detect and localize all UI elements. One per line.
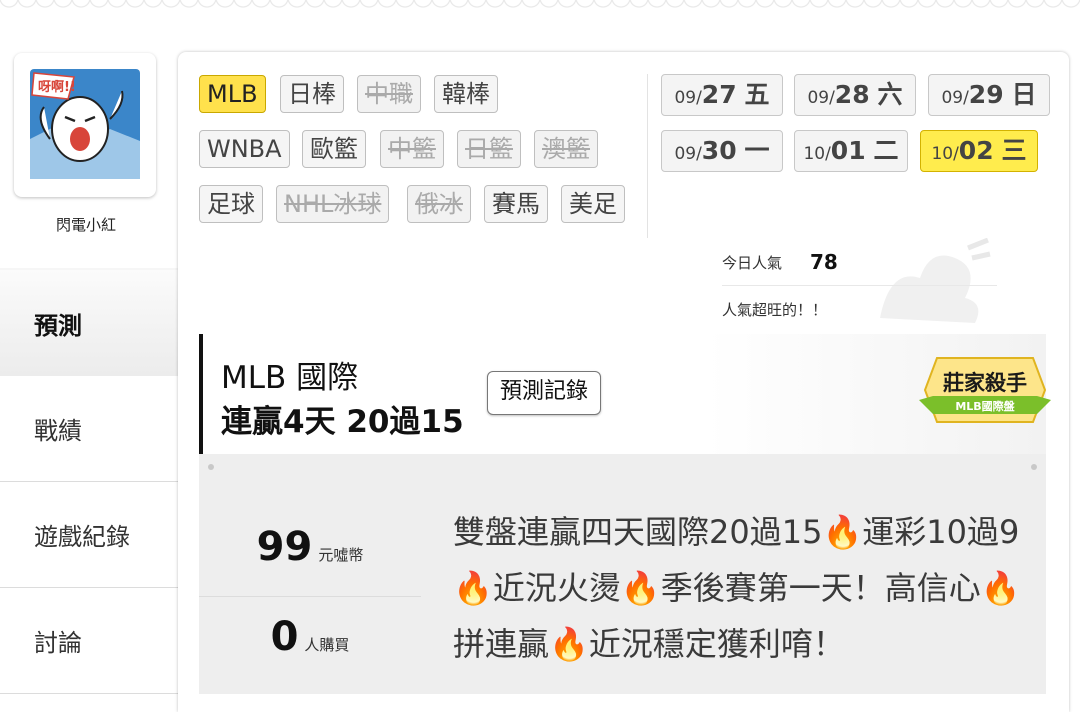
popularity-divider [722, 285, 997, 286]
price: 99 元噓幣 [199, 524, 421, 570]
date-month: 09/ [941, 88, 969, 108]
date-tab-0930[interactable]: 09/30 一 [661, 130, 783, 172]
date-weekday: 日 [1011, 80, 1037, 109]
avatar: 呀啊!! [30, 69, 140, 179]
prediction-card-body: 99 元噓幣 0 人購買 雙盤連贏四天國際20過15🔥運彩10過9🔥近況火燙🔥季後賽… [199, 454, 1046, 694]
date-tab-1001[interactable]: 10/01 二 [794, 130, 908, 172]
price-value: 99 [256, 524, 313, 570]
date-weekday: 五 [744, 80, 770, 109]
badge-title: 莊家殺手 [943, 371, 1027, 395]
buyers-unit: 人購買 [304, 636, 350, 654]
buyers-value: 0 [270, 614, 299, 660]
rivet [208, 464, 214, 470]
sport-tab-mlb[interactable]: MLB [199, 75, 266, 113]
sidebar-item-label: 戰績 [34, 417, 82, 445]
sport-tab-soccer[interactable]: 足球 [199, 185, 263, 223]
sidebar-item-game-history[interactable]: 遊戲紀錄 [0, 482, 178, 588]
win-streak: 連贏4天 20過15 [221, 404, 464, 440]
badge-subtitle: MLB國際盤 [955, 399, 1015, 413]
sport-tab-china-basketball[interactable]: 中籃 [380, 130, 444, 168]
date-tab-0928[interactable]: 09/28 六 [794, 74, 916, 116]
rivet [1031, 464, 1037, 470]
popularity-label: 今日人氣 [722, 254, 783, 272]
date-tab-0929[interactable]: 09/29 日 [928, 74, 1050, 116]
sport-tab-horse-racing[interactable]: 賽馬 [484, 185, 548, 223]
prediction-record-button[interactable]: 預測記錄 [487, 371, 601, 415]
sidebar-item-label: 預測 [34, 311, 82, 340]
date-day: 30 [701, 136, 737, 165]
date-tab-0927[interactable]: 09/27 五 [661, 74, 783, 116]
date-day: 28 [834, 80, 870, 109]
avatar-card[interactable]: 呀啊!! [14, 53, 156, 197]
sport-tab-cpbl[interactable]: 中職 [357, 75, 421, 113]
filter-divider [647, 74, 648, 238]
sport-tab-korea-baseball[interactable]: 韓棒 [434, 75, 498, 113]
sport-tab-wnba[interactable]: WNBA [199, 130, 290, 168]
sport-tab-australia-basketball[interactable]: 澳籃 [534, 130, 598, 168]
sidebar-item-discussion[interactable]: 討論 [0, 588, 178, 694]
date-weekday: 三 [1001, 136, 1027, 165]
watermark-logo [880, 238, 991, 323]
sport-tab-american-football[interactable]: 美足 [561, 185, 625, 223]
prediction-card-header: MLB 國際 連贏4天 20過15 預測記錄 莊家殺手 MLB國際盤 [199, 334, 1051, 454]
date-day: 27 [701, 80, 737, 109]
date-weekday: 六 [877, 80, 903, 109]
date-weekday: 二 [873, 136, 899, 165]
bookmaker-killer-badge: 莊家殺手 MLB國際盤 [919, 357, 1051, 423]
date-day: 01 [830, 136, 866, 165]
sidebar-item-predict[interactable]: 預測 [0, 270, 178, 376]
date-month: 09/ [674, 144, 702, 164]
buyers: 0 人購買 [199, 614, 421, 660]
price-divider [199, 596, 421, 597]
sidebar-item-label: 遊戲紀錄 [34, 523, 130, 551]
sport-tab-japan-basketball[interactable]: 日籃 [457, 130, 521, 168]
date-weekday: 一 [744, 136, 770, 165]
popularity-note: 人氣超旺的！！ [722, 301, 828, 319]
sidebar-item-label: 討論 [34, 629, 82, 657]
sport-tab-nhl[interactable]: NHL冰球 [276, 185, 390, 223]
date-day: 29 [968, 80, 1004, 109]
date-month: 09/ [674, 88, 702, 108]
date-month: 09/ [807, 88, 835, 108]
popularity-value: 78 [810, 250, 838, 274]
sport-tab-japan-baseball[interactable]: 日棒 [280, 75, 344, 113]
league-title: MLB 國際 [221, 360, 359, 396]
sidebar-item-record[interactable]: 戰績 [0, 376, 178, 482]
date-month: 10/ [931, 144, 959, 164]
price-unit: 元噓幣 [318, 546, 364, 564]
sport-tab-euro-basketball[interactable]: 歐籃 [302, 130, 366, 168]
prediction-description: 雙盤連贏四天國際20過15🔥運彩10過9🔥近況火燙🔥季後賽第一天！高信心🔥拼連贏… [453, 513, 1021, 663]
date-tab-1002[interactable]: 10/02 三 [920, 130, 1038, 172]
scalloped-edge [0, 0, 1080, 16]
sport-tab-russia-hockey[interactable]: 俄冰 [407, 185, 471, 223]
date-month: 10/ [803, 144, 831, 164]
avatar-caption: 呀啊!! [38, 80, 76, 95]
username: 閃電小紅 [55, 216, 116, 234]
date-day: 02 [958, 136, 994, 165]
